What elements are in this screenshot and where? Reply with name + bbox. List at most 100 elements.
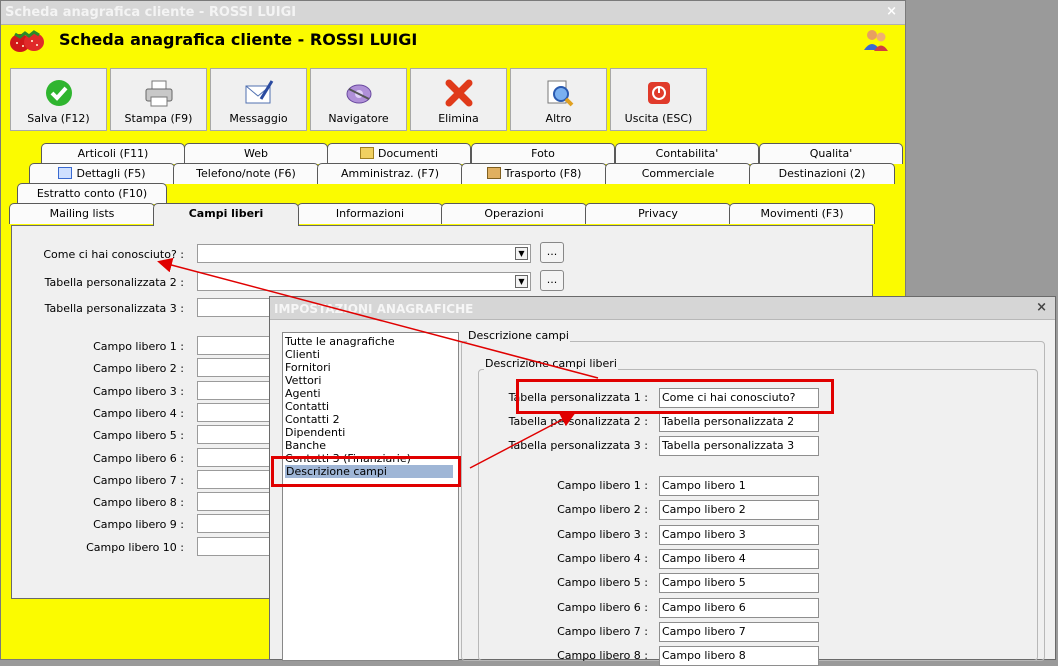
tab-label: Trasporto (F8)	[504, 167, 582, 180]
free-field-input[interactable]	[197, 358, 277, 378]
free-input[interactable]: Campo libero 1	[659, 476, 819, 496]
toolbar-button-search-doc[interactable]: Altro	[510, 68, 607, 131]
tab-label: Telefono/note (F6)	[196, 167, 296, 180]
ellipsis-button[interactable]: ...	[540, 270, 564, 291]
combo-field-label: Come ci hai conosciuto? :	[43, 248, 184, 261]
search-doc-icon	[547, 80, 573, 107]
tab-web[interactable]: Web	[184, 143, 328, 164]
tab-articoli-f11[interactable]: Articoli (F11)	[41, 143, 185, 164]
toolbar-button-navigator[interactable]: Navigatore	[310, 68, 407, 131]
list-item[interactable]: Tutte le anagrafiche	[285, 335, 395, 348]
message-icon	[245, 80, 273, 104]
free-input-value: Campo libero 4	[662, 551, 746, 565]
free-input[interactable]: Campo libero 7	[659, 621, 819, 642]
toolbar-button-delete[interactable]: Elimina	[410, 68, 507, 131]
list-item[interactable]: Vettori	[285, 374, 321, 387]
list-item[interactable]: Contatti 2	[285, 413, 340, 426]
free-field-input[interactable]	[197, 514, 277, 534]
combo-field-input[interactable]: ▼	[197, 244, 531, 263]
tab-foto[interactable]: Foto	[471, 143, 615, 164]
list-item[interactable]: Banche	[285, 439, 326, 452]
tab-estratto-conto-f10[interactable]: Estratto conto (F10)	[17, 183, 167, 204]
free-field-label: Campo libero 8 :	[93, 496, 184, 510]
free-field-label: Campo libero 7 :	[93, 473, 184, 487]
tab-label: Destinazioni (2)	[778, 167, 866, 180]
list-item[interactable]: Fornitori	[285, 361, 331, 374]
folder-icon	[359, 147, 374, 159]
free-field-input[interactable]	[197, 336, 277, 355]
free-field-input[interactable]	[197, 425, 277, 445]
tab-commerciale[interactable]: Commerciale	[605, 163, 751, 184]
toolbar-button-label: Altro	[545, 112, 572, 125]
toolbar-button-printer[interactable]: Stampa (F9)	[110, 68, 207, 131]
dialog-title: IMPOSTAZIONI ANAGRAFICHE	[274, 302, 474, 316]
tab-mailing-lists[interactable]: Mailing lists	[9, 203, 155, 224]
toolbar-button-label: Salva (F12)	[27, 112, 90, 125]
toolbar-button-label: Messaggio	[229, 112, 288, 125]
free-field-input[interactable]	[197, 380, 277, 400]
tab-campi-liberi[interactable]: Campi liberi	[153, 203, 299, 226]
delete-icon	[445, 79, 472, 107]
highlight-box-table1	[516, 379, 834, 414]
free-input[interactable]: Campo libero 8	[659, 646, 819, 666]
free-field-label: Campo libero 6 :	[93, 451, 184, 465]
free-label: Campo libero 2 :	[557, 503, 648, 517]
tab-contabilita[interactable]: Contabilita'	[615, 143, 759, 164]
users-icon[interactable]	[863, 28, 889, 52]
tab-telefono-note-f6[interactable]: Telefono/note (F6)	[173, 163, 319, 184]
table-input[interactable]: Tabella personalizzata 2	[659, 412, 819, 432]
free-field-input[interactable]	[197, 447, 277, 467]
window-titlebar[interactable]: Scheda anagrafica cliente - ROSSI LUIGI …	[1, 1, 905, 25]
tab-movimenti-f3[interactable]: Movimenti (F3)	[729, 203, 875, 224]
free-input[interactable]: Campo libero 6	[659, 597, 819, 618]
table-input[interactable]: Tabella personalizzata 3	[659, 436, 819, 456]
list-item[interactable]: Clienti	[285, 348, 320, 361]
free-input[interactable]: Campo libero 5	[659, 573, 819, 594]
exit-icon	[647, 82, 670, 104]
toolbar-button-check[interactable]: Salva (F12)	[10, 68, 107, 131]
free-label: Campo libero 6 :	[557, 600, 648, 614]
free-label: Campo libero 4 :	[557, 551, 648, 565]
tab-label: Privacy	[638, 207, 678, 220]
dialog-titlebar[interactable]: IMPOSTAZIONI ANAGRAFICHE ×	[270, 297, 1055, 320]
tab-trasporto-f8[interactable]: Trasporto (F8)	[461, 163, 607, 184]
free-input[interactable]: Campo libero 3	[659, 524, 819, 545]
window-close-button[interactable]: ×	[886, 4, 897, 19]
toolbar-button-label: Uscita (ESC)	[624, 112, 693, 125]
free-input[interactable]: Campo libero 2	[659, 500, 819, 521]
tab-label: Dettagli (F5)	[76, 167, 146, 180]
free-input[interactable]: Campo libero 4	[659, 548, 819, 569]
list-item[interactable]: Dipendenti	[285, 426, 345, 439]
tab-label: Movimenti (F3)	[760, 207, 844, 220]
chevron-down-icon[interactable]: ▼	[515, 275, 528, 288]
free-field-input[interactable]	[197, 402, 277, 422]
free-input-value: Campo libero 8	[662, 649, 746, 663]
tab-dettagli-f5[interactable]: Dettagli (F5)	[29, 163, 175, 184]
list-item[interactable]: Contatti	[285, 400, 329, 413]
tab-privacy[interactable]: Privacy	[585, 203, 731, 224]
printer-icon	[145, 80, 172, 107]
tab-destinazioni-2[interactable]: Destinazioni (2)	[749, 163, 895, 184]
free-field-input[interactable]	[197, 469, 277, 489]
chevron-down-icon[interactable]: ▼	[515, 247, 528, 260]
navigator-icon	[346, 84, 371, 104]
table-label: Tabella personalizzata 2 :	[508, 415, 648, 428]
truck-icon	[486, 167, 501, 179]
free-field-label: Campo libero 9 :	[93, 518, 184, 532]
tab-operazioni[interactable]: Operazioni	[441, 203, 587, 224]
free-label: Campo libero 7 :	[557, 624, 648, 638]
ellipsis-button[interactable]: ...	[540, 242, 564, 263]
toolbar-button-exit[interactable]: Uscita (ESC)	[610, 68, 707, 131]
list-item[interactable]: Agenti	[285, 387, 321, 400]
free-field-label: Campo libero 1 :	[93, 340, 184, 353]
free-field-input[interactable]	[197, 536, 277, 556]
tab-qualita[interactable]: Qualita'	[759, 143, 903, 164]
tab-documenti[interactable]: Documenti	[327, 143, 471, 164]
tab-informazioni[interactable]: Informazioni	[297, 203, 443, 224]
dialog-close-button[interactable]: ×	[1036, 300, 1047, 315]
tab-amministraz-f7[interactable]: Amministraz. (F7)	[317, 163, 463, 184]
combo-field-input[interactable]: ▼	[197, 272, 531, 291]
toolbar-button-message[interactable]: Messaggio	[210, 68, 307, 131]
category-list[interactable]: Tutte le anagrafiche Clienti Fornitori Vett…	[282, 332, 459, 661]
free-field-input[interactable]	[197, 492, 277, 512]
